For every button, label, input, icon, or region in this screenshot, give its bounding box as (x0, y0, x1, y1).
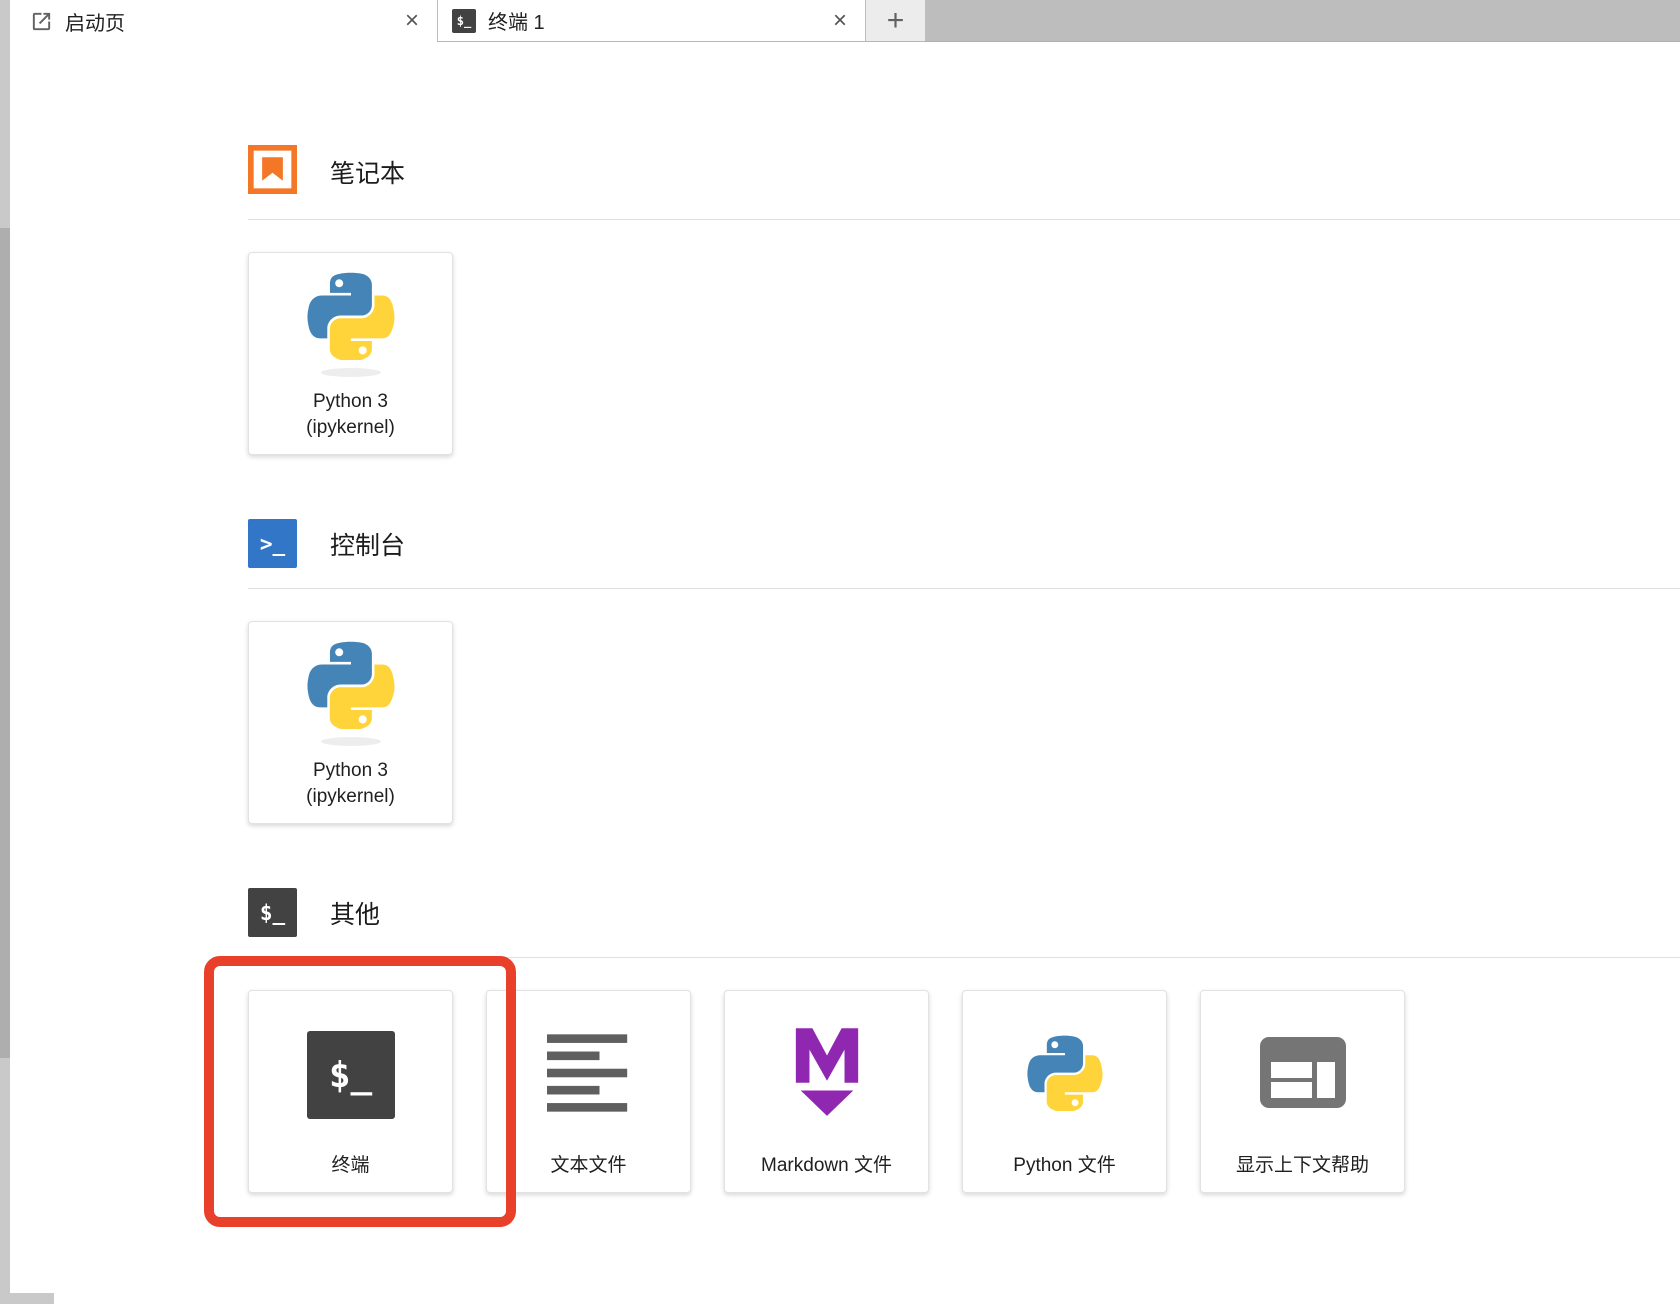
section-divider (248, 588, 1680, 589)
text-file-icon (547, 1034, 631, 1117)
tab-launcher[interactable]: 启动页 × (10, 0, 437, 42)
section-title: 控制台 (330, 526, 405, 562)
notebook-icon (248, 145, 297, 199)
section-title: 其他 (330, 895, 380, 931)
section-console-header: >_ 控制台 (248, 519, 1680, 568)
card-label: 终端 (331, 1153, 369, 1179)
section-console: >_ 控制台 Python 3 (ipykernel) (248, 519, 1680, 824)
card-text-file[interactable]: 文本文件 (486, 990, 691, 1193)
card-contextual-help[interactable]: 显示上下文帮助 (1200, 990, 1405, 1193)
tab-bar-filler (925, 0, 1680, 42)
left-scrollbar[interactable] (0, 0, 10, 1304)
terminal-icon: $_ (248, 888, 297, 937)
card-label: Python 文件 (1013, 1153, 1115, 1179)
card-label: 显示上下文帮助 (1236, 1153, 1369, 1179)
tab-terminal-label: 终端 1 (488, 6, 545, 35)
section-notebook-header: 笔记本 (248, 145, 1680, 199)
python-logo-icon (307, 272, 395, 365)
card-console-python3[interactable]: Python 3 (ipykernel) (248, 621, 453, 824)
logo-shadow (321, 737, 381, 746)
card-label: 文本文件 (550, 1153, 626, 1179)
contextual-help-icon (1260, 1037, 1346, 1113)
launcher-panel: 笔记本 Python 3 (ipykernel) (0, 42, 1680, 1193)
card-label: Python 3 (ipykernel) (306, 758, 395, 810)
scrollbar-thumb[interactable] (0, 228, 10, 1058)
section-divider (248, 957, 1680, 958)
section-title: 笔记本 (330, 154, 405, 190)
tab-bar: 启动页 × $_ 终端 1 × + (0, 0, 1680, 42)
section-other-header: $_ 其他 (248, 888, 1680, 937)
python-logo-icon (1027, 1035, 1103, 1116)
section-notebook: 笔记本 Python 3 (ipykernel) (248, 145, 1680, 455)
logo-shadow (321, 368, 381, 377)
close-icon[interactable]: × (405, 9, 419, 33)
launcher-icon (30, 10, 53, 33)
terminal-icon: $_ (307, 1031, 395, 1119)
card-python-file[interactable]: Python 文件 (962, 990, 1167, 1193)
card-label: Python 3 (ipykernel) (306, 389, 395, 441)
card-label: Markdown 文件 (761, 1153, 892, 1179)
tab-launcher-label: 启动页 (65, 7, 125, 36)
new-tab-button[interactable]: + (866, 0, 925, 42)
close-icon[interactable]: × (833, 9, 847, 33)
section-other: $_ 其他 $_ 终端 (248, 888, 1680, 1193)
section-divider (248, 219, 1680, 220)
python-logo-icon (307, 641, 395, 734)
markdown-icon (790, 1028, 864, 1123)
card-notebook-python3[interactable]: Python 3 (ipykernel) (248, 252, 453, 455)
scrollbar-corner (0, 1293, 54, 1304)
card-markdown-file[interactable]: Markdown 文件 (724, 990, 929, 1193)
console-icon: >_ (248, 519, 297, 568)
card-terminal[interactable]: $_ 终端 (248, 990, 453, 1193)
tab-terminal-1[interactable]: $_ 终端 1 × (437, 0, 866, 42)
terminal-icon: $_ (452, 9, 476, 33)
